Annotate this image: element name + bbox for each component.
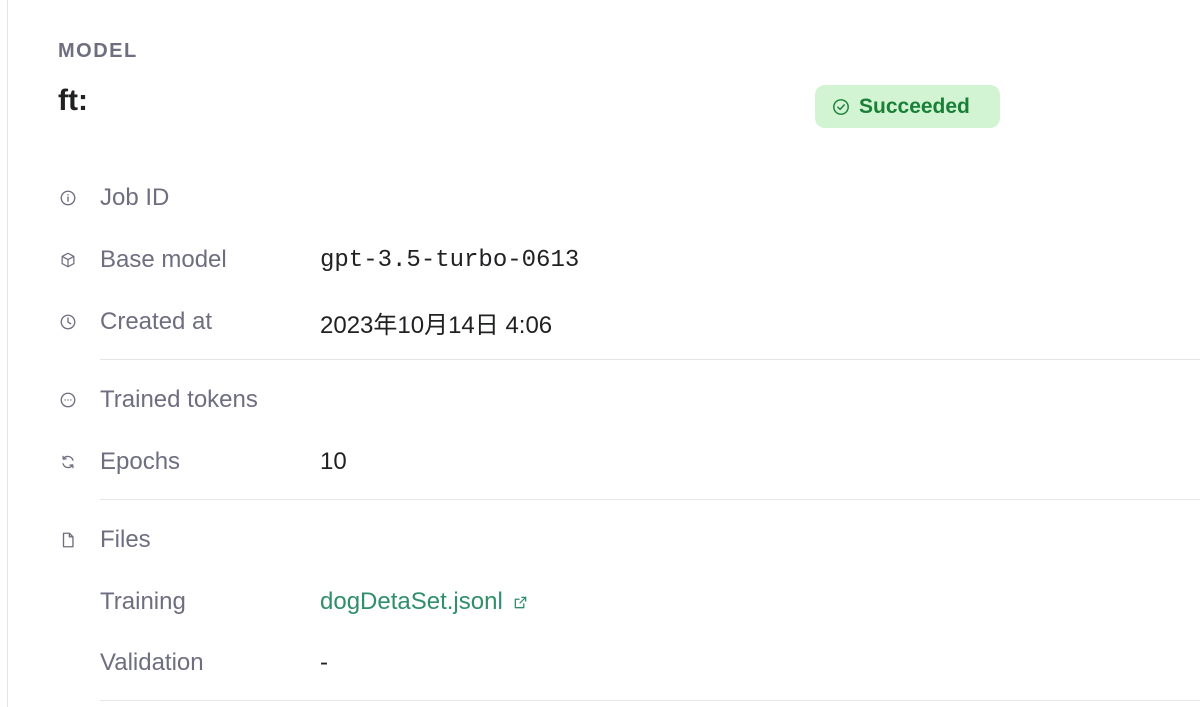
training-file-name[interactable]: dogDetaSet.jsonl [320, 588, 503, 616]
job-id-label: Job ID [100, 184, 170, 211]
epochs-label: Epochs [100, 448, 181, 475]
info-icon [58, 188, 78, 208]
external-link-icon[interactable] [513, 595, 528, 610]
file-icon [58, 530, 78, 550]
divider [100, 499, 1200, 500]
validation-value: - [320, 649, 328, 676]
trained-tokens-label: Trained tokens [100, 386, 258, 413]
divider [100, 359, 1200, 360]
validation-label: Validation [100, 649, 204, 676]
model-name: ft: [58, 84, 88, 117]
created-at-value: 2023年10月14日 4:06 [320, 311, 553, 339]
panel-left-border [7, 0, 8, 707]
section-label: MODEL [58, 40, 138, 62]
created-at-label: Created at [100, 308, 213, 335]
epochs-value: 10 [320, 448, 347, 475]
base-model-value: gpt-3.5-turbo-0613 [320, 246, 580, 274]
ellipsis-circle-icon [58, 390, 78, 410]
files-label: Files [100, 526, 151, 553]
cube-icon [58, 250, 78, 270]
training-file-link[interactable]: dogDetaSet.jsonl [320, 588, 528, 616]
status-badge: Succeeded [815, 85, 1000, 128]
check-circle-icon [833, 98, 849, 115]
status-label: Succeeded [859, 94, 970, 118]
training-label: Training [100, 588, 186, 615]
base-model-label: Base model [100, 246, 227, 273]
clock-icon [58, 312, 78, 332]
refresh-icon [58, 452, 78, 472]
divider [100, 700, 1200, 701]
